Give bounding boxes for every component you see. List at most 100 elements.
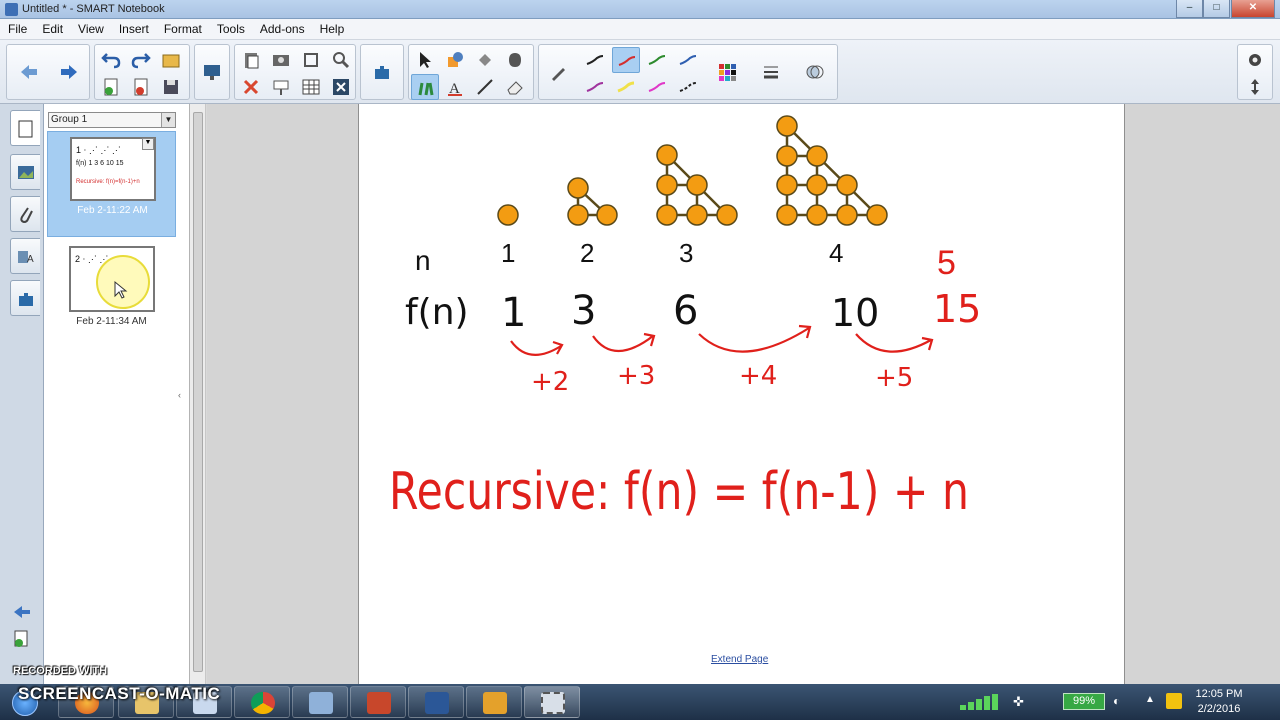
minimize-button[interactable]: – (1176, 0, 1203, 18)
color-palette-icon[interactable] (713, 59, 741, 85)
clock-time[interactable]: 12:05 PM (1188, 688, 1250, 700)
pen-style-dashed[interactable] (674, 74, 702, 100)
powerpoint-icon (367, 692, 391, 714)
svg-text:f(n) 1 3 6 10 15: f(n) 1 3 6 10 15 (76, 160, 124, 167)
add-page-icon[interactable] (97, 74, 125, 100)
sorter-scrollbar[interactable] (190, 104, 206, 684)
zoom-icon[interactable] (327, 47, 355, 73)
dot (567, 204, 589, 226)
redo-icon[interactable] (127, 47, 155, 73)
thumbnail-menu-icon[interactable]: ▼ (142, 138, 154, 150)
battery-indicator[interactable]: 99% (1063, 693, 1105, 710)
delete-page-icon[interactable] (127, 74, 155, 100)
undo-icon[interactable] (97, 47, 125, 73)
pen-style-black[interactable] (581, 47, 609, 73)
screen-shade-icon[interactable] (198, 59, 226, 85)
fill-icon[interactable] (471, 47, 499, 73)
arrow (855, 333, 932, 353)
extend-page-link[interactable]: Extend Page (711, 654, 768, 665)
forward-button[interactable] (55, 59, 83, 85)
pen-style-magenta[interactable] (643, 74, 671, 100)
menu-view[interactable]: View (70, 19, 111, 40)
pen-style-green[interactable] (643, 47, 671, 73)
n-label: n (415, 245, 431, 276)
pen-style-blue[interactable] (674, 47, 702, 73)
pen-style-purple[interactable] (581, 74, 609, 100)
save-icon[interactable] (157, 74, 185, 100)
scroll-thumb[interactable] (193, 112, 203, 672)
svg-text:A: A (27, 254, 34, 265)
notebook-icon (309, 692, 333, 714)
page-thumbnail-2[interactable]: 2 ⋅ ⋰ ⋰ Feb 2-11:34 AM (47, 244, 176, 350)
properties-icon[interactable] (501, 47, 529, 73)
taskbar-powerpoint[interactable] (350, 686, 406, 718)
side-tabs: A (0, 104, 44, 684)
attachments-tab[interactable] (10, 196, 40, 232)
taskbar-word[interactable] (408, 686, 464, 718)
gear-icon[interactable] (1241, 47, 1269, 73)
n-value: 4 (829, 238, 843, 268)
maximize-button[interactable]: □ (1203, 0, 1230, 18)
delete-icon[interactable] (237, 74, 265, 100)
page-thumbnail-1[interactable]: 1 ⋅ ⋰ ⋰ ⋰ f(n) 1 3 6 10 15 Recursive: f(… (47, 131, 176, 237)
sorter-resize-handle[interactable]: ‹ (178, 390, 181, 400)
back-button[interactable] (15, 59, 43, 85)
paste-icon[interactable] (237, 47, 265, 73)
taskbar-chrome[interactable] (234, 686, 290, 718)
menu-insert[interactable]: Insert (111, 19, 156, 40)
page-sorter-tab[interactable] (10, 110, 40, 146)
menu-format[interactable]: Format (156, 19, 209, 40)
addons-tab[interactable] (10, 280, 40, 316)
pen-tool-icon[interactable] (411, 74, 439, 100)
group-select[interactable]: Group 1 ▼ (48, 112, 176, 128)
transparency-icon[interactable] (801, 59, 829, 85)
taskbar-outlook[interactable] (466, 686, 522, 718)
snipping-icon (541, 692, 565, 714)
move-sidebar-icon[interactable] (12, 604, 32, 620)
tray-app-icon[interactable] (1166, 693, 1182, 709)
dot (836, 174, 858, 196)
taskbar-snipping[interactable] (524, 686, 580, 718)
menu-edit[interactable]: Edit (34, 19, 70, 40)
close-group-icon[interactable] (327, 74, 355, 100)
fn-value: 3 (571, 288, 596, 334)
settings-group (1237, 44, 1273, 100)
open-file-icon[interactable] (157, 47, 185, 73)
dot (776, 115, 798, 137)
shape-icon[interactable] (441, 47, 469, 73)
edit-group (94, 44, 190, 100)
properties-tab[interactable]: A (10, 238, 40, 274)
network-icon[interactable]: ◐ (1113, 694, 1129, 710)
notebook-page[interactable]: n 1 2 3 4 5 f(n) 1 3 6 10 15 +2 +3 +4 +5… (358, 104, 1125, 684)
auto-hide-icon[interactable] (12, 629, 32, 647)
line-thickness-icon[interactable] (757, 59, 785, 85)
page-sorter: Group 1 ▼ 1 ⋅ ⋰ ⋰ ⋰ f(n) 1 3 6 10 15 Rec… (44, 104, 190, 684)
eraser-icon[interactable] (501, 74, 529, 100)
menu-tools[interactable]: Tools (209, 19, 252, 40)
close-button[interactable]: ✕ (1231, 0, 1275, 18)
taskbar-notebook[interactable] (292, 686, 348, 718)
wifi-icon[interactable]: ✜ (1013, 694, 1031, 710)
clear-page-icon[interactable] (297, 47, 325, 73)
dot (716, 204, 738, 226)
text-tool-icon[interactable]: A (441, 74, 469, 100)
signal-icon (958, 694, 1000, 710)
pen-style-yellow[interactable] (612, 74, 640, 100)
pen-style-red[interactable] (612, 47, 640, 73)
toolbar-move-icon[interactable] (1241, 74, 1269, 100)
svg-text:Recursive: f(n)=f(n-1)+n: Recursive: f(n)=f(n-1)+n (76, 179, 140, 185)
capture-icon[interactable] (267, 47, 295, 73)
addon-puzzle-icon[interactable] (368, 59, 396, 85)
gallery-tab[interactable] (10, 154, 40, 190)
document-camera-icon[interactable] (267, 74, 295, 100)
pen-icon[interactable] (545, 59, 573, 85)
select-arrow-icon[interactable] (411, 47, 439, 73)
svg-text:1 ⋅ ⋰ ⋰ ⋰: 1 ⋅ ⋰ ⋰ ⋰ (76, 145, 121, 155)
line-tool-icon[interactable] (471, 74, 499, 100)
table-icon[interactable] (297, 74, 325, 100)
menu-help[interactable]: Help (312, 19, 352, 40)
menu-addons[interactable]: Add-ons (252, 19, 312, 40)
clock-date[interactable]: 2/2/2016 (1188, 703, 1250, 715)
tray-expand-icon[interactable]: ▲ (1145, 694, 1157, 708)
menu-file[interactable]: File (0, 19, 34, 40)
